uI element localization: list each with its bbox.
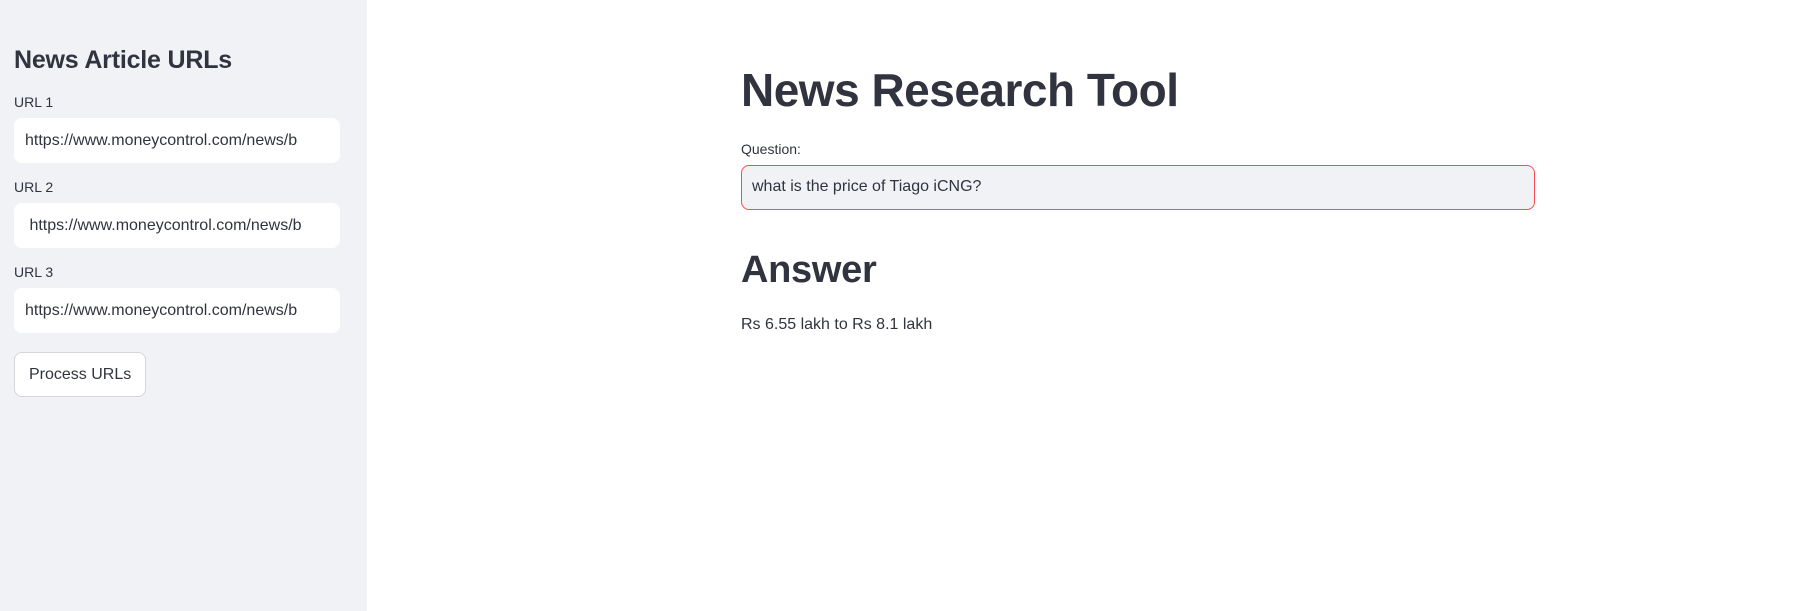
answer-text: Rs 6.55 lakh to Rs 8.1 lakh: [741, 315, 933, 333]
app-root: News Article URLs URL 1 https://www.mone…: [0, 0, 1807, 611]
url-1-value: https://www.moneycontrol.com/news/b: [25, 131, 298, 149]
url-3-value: https://www.moneycontrol.com/news/b: [25, 301, 298, 319]
url-3-input[interactable]: https://www.moneycontrol.com/news/b: [14, 288, 340, 333]
process-urls-button[interactable]: Process URLs: [14, 352, 147, 397]
question-value: what is the price of Tiago iCNG?: [752, 178, 982, 196]
sidebar: News Article URLs URL 1 https://www.mone…: [0, 0, 367, 611]
url-2-input[interactable]: https://www.moneycontrol.com/news/b: [14, 203, 340, 248]
sidebar-title: News Article URLs: [14, 46, 232, 74]
content-block: News Research Tool Question: what is the…: [741, 64, 1535, 334]
url-1-group: URL 1 https://www.moneycontrol.com/news/…: [14, 94, 340, 163]
page-title: News Research Tool: [741, 64, 1179, 116]
question-input[interactable]: what is the price of Tiago iCNG?: [741, 164, 1535, 210]
url-2-group: URL 2 https://www.moneycontrol.com/news/…: [14, 179, 340, 248]
url-2-label: URL 2: [14, 179, 54, 195]
url-1-label: URL 1: [14, 94, 54, 110]
answer-heading: Answer: [741, 248, 877, 291]
question-label: Question:: [741, 140, 801, 157]
url-3-label: URL 3: [14, 264, 54, 280]
main-content: News Research Tool Question: what is the…: [367, 0, 1807, 611]
url-1-input[interactable]: https://www.moneycontrol.com/news/b: [14, 118, 340, 163]
url-2-value: https://www.moneycontrol.com/news/b: [25, 216, 302, 234]
url-3-group: URL 3 https://www.moneycontrol.com/news/…: [14, 264, 340, 333]
